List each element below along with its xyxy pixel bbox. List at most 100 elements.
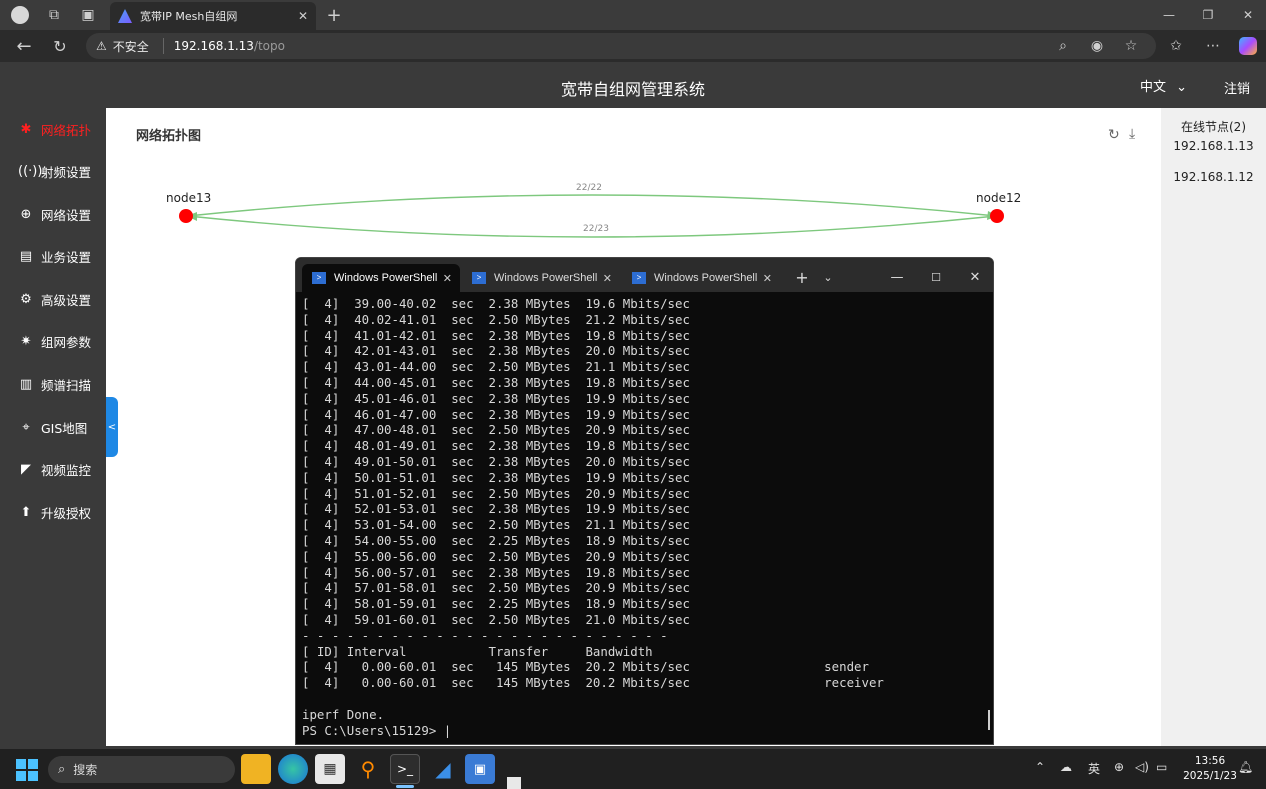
zoom-icon[interactable]: ⌕ bbox=[1049, 33, 1077, 59]
start-windows-icon[interactable] bbox=[16, 759, 38, 781]
terminal-line: [ 4] 0.00-60.01 sec 145 MBytes 20.2 Mbit… bbox=[302, 675, 884, 691]
notification-bell-icon[interactable]: 🔔︎ bbox=[1238, 760, 1253, 774]
terminal-scrollbar[interactable] bbox=[988, 710, 990, 730]
terminal-line: [ 4] 48.01-49.01 sec 2.38 MBytes 19.8 Mb… bbox=[302, 438, 690, 454]
terminal-line: [ ID] Interval Transfer Bandwidth bbox=[302, 643, 653, 659]
volume-icon[interactable]: ◁) bbox=[1135, 760, 1149, 774]
close-tab-icon[interactable]: ✕ bbox=[763, 272, 772, 285]
chevron-down-icon[interactable]: ⌄ bbox=[815, 264, 841, 290]
more-menu-icon[interactable]: ⋯ bbox=[1199, 33, 1227, 59]
taskbar-search[interactable]: ⌕ 搜索 bbox=[48, 756, 235, 783]
favorite-star-icon[interactable]: ☆ bbox=[1117, 33, 1145, 59]
security-label[interactable]: 不安全 bbox=[113, 38, 149, 55]
remote-desktop-icon[interactable]: ▣ bbox=[465, 754, 495, 784]
address-input[interactable]: ⚠ 不安全 192.168.1.13/topo bbox=[86, 33, 1156, 59]
tab-actions-icon[interactable]: ▣ bbox=[74, 1, 102, 29]
ime-indicator[interactable]: 英 bbox=[1088, 760, 1100, 777]
terminal-tab-3[interactable]: > Windows PowerShell ✕ bbox=[622, 264, 780, 292]
link-top-label: 22/22 bbox=[576, 183, 602, 193]
new-tab-icon[interactable]: + bbox=[320, 1, 348, 29]
terminal-line: [ 4] 42.01-43.01 sec 2.38 MBytes 20.0 Mb… bbox=[302, 343, 690, 359]
terminal-line: [ 4] 45.01-46.01 sec 2.38 MBytes 19.9 Mb… bbox=[302, 390, 690, 406]
sidebar-item-rf-settings[interactable]: ((·)) 射频设置 bbox=[0, 150, 106, 192]
terminal-app-icon[interactable]: >_ bbox=[390, 754, 420, 784]
extension-icon[interactable]: ◉ bbox=[1083, 33, 1111, 59]
terminal-line: [ 4] 56.00-57.01 sec 2.38 MBytes 19.8 Mb… bbox=[302, 564, 690, 580]
battery-icon[interactable]: ▭ bbox=[1156, 760, 1167, 774]
sidebar-item-video[interactable]: ◤ 视频监控 bbox=[0, 448, 106, 490]
online-node-item[interactable]: 192.168.1.12 bbox=[1161, 170, 1266, 184]
minimize-window-icon[interactable]: — bbox=[884, 264, 910, 290]
search-tool-icon[interactable]: ⚲ bbox=[353, 754, 383, 784]
spectrum-icon: ▥ bbox=[19, 376, 33, 392]
online-nodes-title: 在线节点(2) bbox=[1181, 120, 1246, 134]
sidebar-item-topology[interactable]: ✱ 网络拓扑 bbox=[0, 108, 106, 150]
terminal-line: [ 4] 53.01-54.00 sec 2.50 MBytes 21.1 Mb… bbox=[302, 517, 690, 533]
node12-dot[interactable] bbox=[990, 209, 1004, 223]
copilot-icon[interactable] bbox=[1234, 33, 1262, 59]
powershell-icon: > bbox=[632, 272, 646, 284]
sidebar-item-label: 高级设置 bbox=[41, 292, 92, 308]
sidebar-item-spectrum-scan[interactable]: ▥ 频谱扫描 bbox=[0, 363, 106, 405]
maximize-window-icon[interactable]: ☐ bbox=[923, 264, 949, 290]
minimize-window-icon[interactable]: — bbox=[1151, 0, 1187, 30]
app-partial-icon[interactable] bbox=[507, 777, 521, 789]
workspaces-icon[interactable]: ⧉ bbox=[40, 1, 68, 29]
clock-date[interactable]: 2025/1/23 bbox=[1180, 770, 1240, 782]
terminal-tab-label: Windows PowerShell bbox=[334, 272, 438, 284]
active-app-indicator bbox=[396, 785, 414, 788]
sidebar-item-network-settings[interactable]: ⊕ 网络设置 bbox=[0, 193, 106, 235]
terminal-line: [ 4] 49.01-50.01 sec 2.38 MBytes 20.0 Mb… bbox=[302, 453, 690, 469]
sidebar-item-service-settings[interactable]: ▤ 业务设置 bbox=[0, 235, 106, 277]
terminal-line: [ 4] 47.00-48.01 sec 2.50 MBytes 20.9 Mb… bbox=[302, 422, 690, 438]
sidebar-item-gis-map[interactable]: ⌖ GIS地图 bbox=[0, 406, 106, 448]
sidebar-item-label: GIS地图 bbox=[41, 420, 88, 436]
close-window-icon[interactable]: ✕ bbox=[1230, 0, 1266, 30]
terminal-tab-1[interactable]: > Windows PowerShell ✕ bbox=[302, 264, 460, 292]
node13-dot[interactable] bbox=[179, 209, 193, 223]
terminal-tab-label: Windows PowerShell bbox=[654, 272, 758, 284]
terminal-tab-2[interactable]: > Windows PowerShell ✕ bbox=[462, 264, 620, 292]
terminal-output[interactable]: [ 4] 39.00-40.02 sec 2.38 MBytes 19.6 Mb… bbox=[302, 296, 987, 742]
app-shark-icon[interactable]: ◢ bbox=[428, 754, 458, 784]
online-node-item[interactable]: 192.168.1.13 bbox=[1161, 139, 1266, 153]
sidebar-collapse-button[interactable]: < bbox=[106, 397, 118, 457]
close-window-icon[interactable]: ✕ bbox=[962, 264, 988, 290]
show-hidden-icons-icon[interactable]: ⌃ bbox=[1035, 760, 1045, 774]
clock-time[interactable]: 13:56 bbox=[1185, 755, 1235, 767]
site-favicon-icon bbox=[118, 9, 132, 23]
weather-icon[interactable]: ☁ bbox=[1060, 760, 1072, 774]
refresh-icon[interactable]: ↻ bbox=[46, 33, 74, 59]
store-icon[interactable]: ▦ bbox=[315, 754, 345, 784]
network-globe-icon[interactable]: ⊕ bbox=[1114, 760, 1124, 774]
sidebar-item-upgrade[interactable]: ⬆ 升级授权 bbox=[0, 491, 106, 533]
search-label: 搜索 bbox=[73, 763, 98, 777]
favorites-list-icon[interactable]: ✩ bbox=[1162, 33, 1190, 59]
powershell-window: > Windows PowerShell ✕ > Windows PowerSh… bbox=[295, 257, 994, 745]
separator bbox=[162, 38, 164, 54]
edge-browser-icon[interactable] bbox=[278, 754, 308, 784]
url-path: /topo bbox=[253, 39, 285, 53]
sidebar-item-label: 频谱扫描 bbox=[41, 377, 92, 393]
sidebar-item-mesh-params[interactable]: ✷ 组网参数 bbox=[0, 320, 106, 362]
terminal-tab-bar: > Windows PowerShell ✕ > Windows PowerSh… bbox=[296, 258, 993, 292]
sidebar-item-advanced-settings[interactable]: ⚙ 高级设置 bbox=[0, 278, 106, 320]
close-tab-icon[interactable]: ✕ bbox=[298, 9, 308, 23]
map-pin-icon: ⌖ bbox=[22, 419, 30, 435]
terminal-line: [ 4] 57.01-58.01 sec 2.50 MBytes 20.9 Mb… bbox=[302, 580, 690, 596]
taskbar: ⌕ 搜索 ▦ ⚲ >_ ◢ ▣ ⌃ ☁ 英 ⊕ ◁) ▭ 13:56 2025/… bbox=[0, 749, 1266, 789]
back-icon[interactable]: ← bbox=[10, 33, 38, 59]
restore-window-icon[interactable]: ❐ bbox=[1190, 0, 1226, 30]
language-select[interactable]: 中文 ⌄ bbox=[1140, 76, 1187, 95]
logout-link[interactable]: 注销 bbox=[1224, 78, 1250, 97]
network-icon: ✷ bbox=[20, 333, 32, 349]
browser-tab-active[interactable]: 宽带IP Mesh自组网 ✕ bbox=[110, 2, 316, 30]
close-tab-icon[interactable]: ✕ bbox=[443, 272, 452, 285]
sidebar-item-label: 升级授权 bbox=[41, 505, 92, 521]
search-icon: ⌕ bbox=[58, 762, 66, 777]
new-tab-icon[interactable]: + bbox=[789, 264, 815, 290]
profile-icon[interactable] bbox=[6, 1, 34, 29]
file-explorer-icon[interactable] bbox=[241, 754, 271, 784]
address-bar-row: ← ↻ ⚠ 不安全 192.168.1.13/topo ⌕ ◉ ☆ ✩ ⋯ bbox=[0, 30, 1266, 62]
close-tab-icon[interactable]: ✕ bbox=[603, 272, 612, 285]
